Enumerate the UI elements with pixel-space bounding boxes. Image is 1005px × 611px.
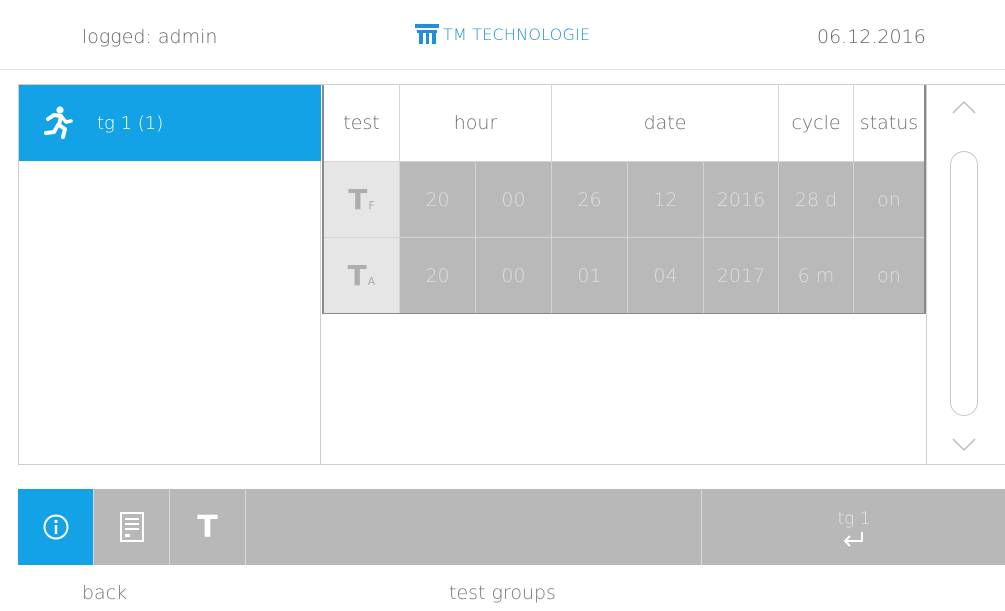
info-icon	[43, 514, 68, 540]
bottom-toolbar: T tg 1	[18, 489, 1005, 565]
test-schedule-table: test hour date cycle status TF 20 00 26 …	[322, 85, 926, 314]
info-button[interactable]	[18, 489, 94, 565]
cell-minute[interactable]: 00	[476, 237, 552, 313]
main-panel: tg 1 (1) test hour date cycle status TF …	[18, 84, 1005, 465]
test-group-list: tg 1 (1)	[19, 85, 321, 464]
cell-year[interactable]: 2016	[704, 161, 779, 237]
test-type-sub: F	[368, 199, 375, 212]
tm-logo-icon	[415, 24, 439, 44]
group-item-label: tg 1 (1)	[97, 112, 164, 134]
test-type-ta[interactable]: TA	[324, 237, 400, 313]
col-header-hour: hour	[400, 85, 552, 161]
brand-logo: TM TECHNOLOGIE	[415, 24, 590, 44]
enter-group-button[interactable]: tg 1	[703, 489, 1005, 565]
cell-day[interactable]: 26	[552, 161, 628, 237]
cell-minute[interactable]: 00	[476, 161, 552, 237]
enter-group-label: tg 1	[837, 509, 871, 529]
cell-day[interactable]: 01	[552, 237, 628, 313]
back-label[interactable]: back	[82, 582, 127, 604]
cell-status[interactable]: on	[854, 161, 924, 237]
col-header-status: status	[854, 85, 924, 161]
cell-year[interactable]: 2017	[704, 237, 779, 313]
chevron-up-icon[interactable]	[949, 97, 979, 117]
brand-name: TM TECHNOLOGIE	[443, 24, 591, 44]
col-header-date: date	[552, 85, 779, 161]
cell-cycle[interactable]: 6 m	[779, 237, 854, 313]
screen-title: test groups	[449, 582, 556, 604]
chevron-down-icon[interactable]	[949, 435, 979, 455]
scrollbar-track[interactable]	[950, 151, 978, 416]
list-icon	[119, 512, 144, 542]
enter-icon	[843, 532, 863, 547]
current-date: 06.12.2016	[817, 26, 926, 48]
cell-month[interactable]: 04	[628, 237, 704, 313]
col-header-test: test	[324, 85, 400, 161]
cell-cycle[interactable]: 28 d	[779, 161, 854, 237]
cell-hour[interactable]: 20	[400, 161, 476, 237]
running-man-icon	[44, 106, 73, 139]
test-type-sub: A	[367, 275, 376, 288]
toolbar-spacer	[246, 489, 702, 565]
group-item-tg1[interactable]: tg 1 (1)	[19, 85, 321, 161]
test-type-letter: T	[347, 259, 367, 292]
list-button[interactable]	[94, 489, 170, 565]
test-button[interactable]: T	[170, 489, 246, 565]
col-header-cycle: cycle	[779, 85, 854, 161]
test-type-letter: T	[348, 183, 368, 216]
cell-month[interactable]: 12	[628, 161, 704, 237]
cell-hour[interactable]: 20	[400, 237, 476, 313]
cell-status[interactable]: on	[854, 237, 924, 313]
scrollbar	[926, 85, 1005, 464]
logged-user-label: logged: admin	[82, 26, 218, 48]
test-type-tf[interactable]: TF	[324, 161, 400, 237]
header-bar: logged: admin TM TECHNOLOGIE 06.12.2016	[0, 0, 1005, 70]
